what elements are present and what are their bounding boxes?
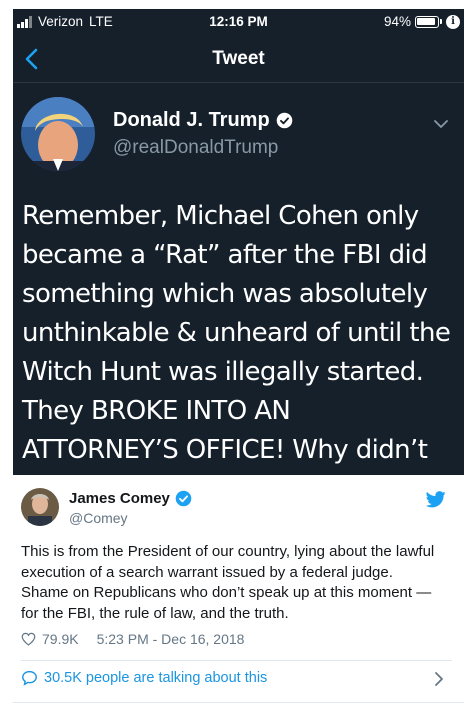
conversation-label: 30.5K people are talking about this [44, 670, 268, 686]
author-name[interactable]: Donald J. Trump [113, 109, 270, 132]
battery-icon [415, 15, 439, 28]
avatar[interactable] [21, 488, 59, 526]
timestamp[interactable]: 5:23 PM - Dec 16, 2018 [97, 631, 245, 647]
author-handle[interactable]: @realDonaldTrump [113, 137, 278, 159]
like-count[interactable]: 79.9K [42, 631, 79, 647]
quoted-tweet-text: Remember, Michael Cohen only became a “R… [22, 201, 451, 465]
nav-bar: Tweet [13, 35, 464, 83]
heart-icon[interactable] [21, 632, 36, 646]
battery-percent: 94% [383, 14, 411, 29]
tweet-text: This is from the President of our countr… [21, 543, 435, 622]
author-handle[interactable]: @Comey [69, 510, 128, 526]
tweet-screenshot: Verizon LTE 12:16 PM 94% i Tweet Donald … [13, 9, 464, 475]
twitter-bird-icon[interactable] [426, 491, 446, 508]
chevron-down-icon[interactable] [432, 115, 450, 133]
status-bar: Verizon LTE 12:16 PM 94% i [13, 9, 464, 35]
conversation-link[interactable]: 30.5K people are talking about this [21, 670, 267, 686]
verified-badge-icon [276, 112, 292, 129]
author-name[interactable]: James Comey [69, 490, 170, 507]
avatar[interactable] [21, 97, 95, 171]
quoted-author: Donald J. Trump @realDonaldTrump [21, 97, 456, 177]
chevron-right-icon[interactable] [432, 671, 446, 687]
divider [21, 660, 452, 661]
tweet-meta: 79.9K 5:23 PM - Dec 16, 2018 [21, 631, 244, 647]
page-title: Tweet [212, 48, 265, 69]
embedded-tweet-card: James Comey @Comey This is from the Pres… [13, 475, 464, 703]
info-icon: i [446, 14, 460, 29]
status-right: 94% i [384, 14, 460, 29]
verified-badge-icon [175, 490, 192, 507]
speech-bubble-icon [22, 670, 37, 686]
